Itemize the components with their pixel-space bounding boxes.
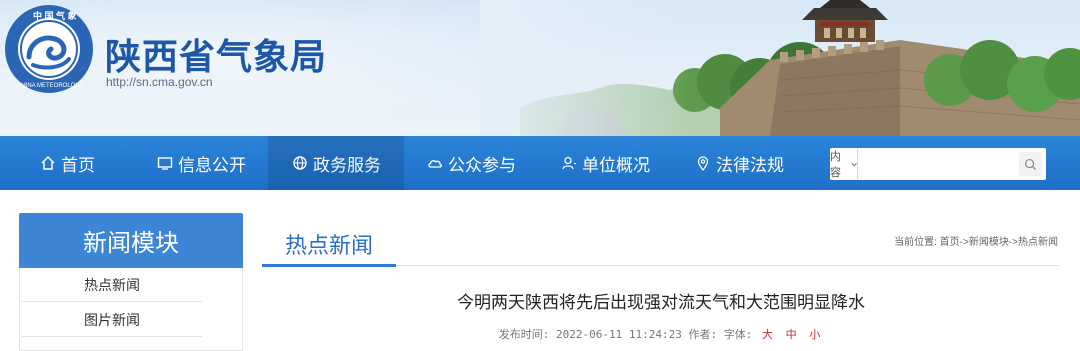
monitor-icon xyxy=(156,154,174,172)
chevron-down-icon xyxy=(851,162,857,166)
sidebar-title: 新闻模块 xyxy=(19,213,243,268)
search-box: 内容 xyxy=(830,148,1046,180)
site-header: 中 国 气 象 CHINA METEOROLOGY 陕西省气象局 http://… xyxy=(0,0,1080,136)
nav-item-label: 首页 xyxy=(61,155,95,175)
nav-item-label: 信息公开 xyxy=(178,155,246,175)
user-icon xyxy=(560,154,578,172)
nav-item-gov-services[interactable]: 政务服务 xyxy=(268,136,404,190)
cloud-icon xyxy=(426,154,444,172)
tab-hot-news[interactable]: 热点新闻 xyxy=(262,222,396,265)
site-url[interactable]: http://sn.cma.gov.cn xyxy=(106,75,213,89)
site-title[interactable]: 陕西省气象局 xyxy=(105,28,327,80)
article-title: 今明两天陕西将先后出现强对流天气和大范围明显降水 xyxy=(457,293,865,312)
sidebar-item-hot-news[interactable]: 热点新闻 xyxy=(22,268,202,302)
nav-item-public-participation[interactable]: 公众参与 xyxy=(404,136,538,190)
nav-item-info-disclosure[interactable]: 信息公开 xyxy=(134,136,268,190)
search-button[interactable] xyxy=(1019,152,1042,176)
font-size-small-button[interactable]: 小 xyxy=(809,328,820,341)
city-wall-illustration xyxy=(480,0,1080,136)
nav-item-unit-overview[interactable]: 单位概况 xyxy=(538,136,672,190)
globe-icon xyxy=(291,154,309,172)
emblem-bottom-text: CHINA METEOROLOGY xyxy=(17,83,84,89)
search-scope-value: 内容 xyxy=(830,151,841,179)
home-icon xyxy=(39,154,57,172)
sidebar-item-photo-news[interactable]: 图片新闻 xyxy=(22,303,202,337)
search-scope-select[interactable]: 内容 xyxy=(830,148,859,180)
breadcrumb: 当前位置: 首页->新闻模块->热点新闻 xyxy=(894,237,1058,248)
font-size-medium-button[interactable]: 中 xyxy=(786,328,797,341)
nav-item-label: 政务服务 xyxy=(313,155,381,175)
tab-active-underline xyxy=(262,264,396,267)
location-pin-icon xyxy=(694,154,712,172)
nav-item-home[interactable]: 首页 xyxy=(0,136,134,190)
nav-item-laws[interactable]: 法律法规 xyxy=(672,136,806,190)
font-size-large-button[interactable]: 大 xyxy=(762,328,773,341)
nav-item-label: 法律法规 xyxy=(716,155,784,175)
nav-item-label: 公众参与 xyxy=(448,155,516,175)
article-meta-info: 发布时间: 2022-06-11 11:24:23 作者: 字体: xyxy=(498,328,753,341)
emblem-top-text: 中 国 气 象 xyxy=(33,10,77,21)
search-input[interactable] xyxy=(858,148,1020,180)
nav-item-label: 单位概况 xyxy=(582,155,650,175)
article-meta: 发布时间: 2022-06-11 11:24:23 作者: 字体: 大 中 小 xyxy=(262,326,1060,342)
cma-emblem-icon: 中 国 气 象 CHINA METEOROLOGY xyxy=(5,5,93,93)
search-icon xyxy=(1025,158,1037,170)
